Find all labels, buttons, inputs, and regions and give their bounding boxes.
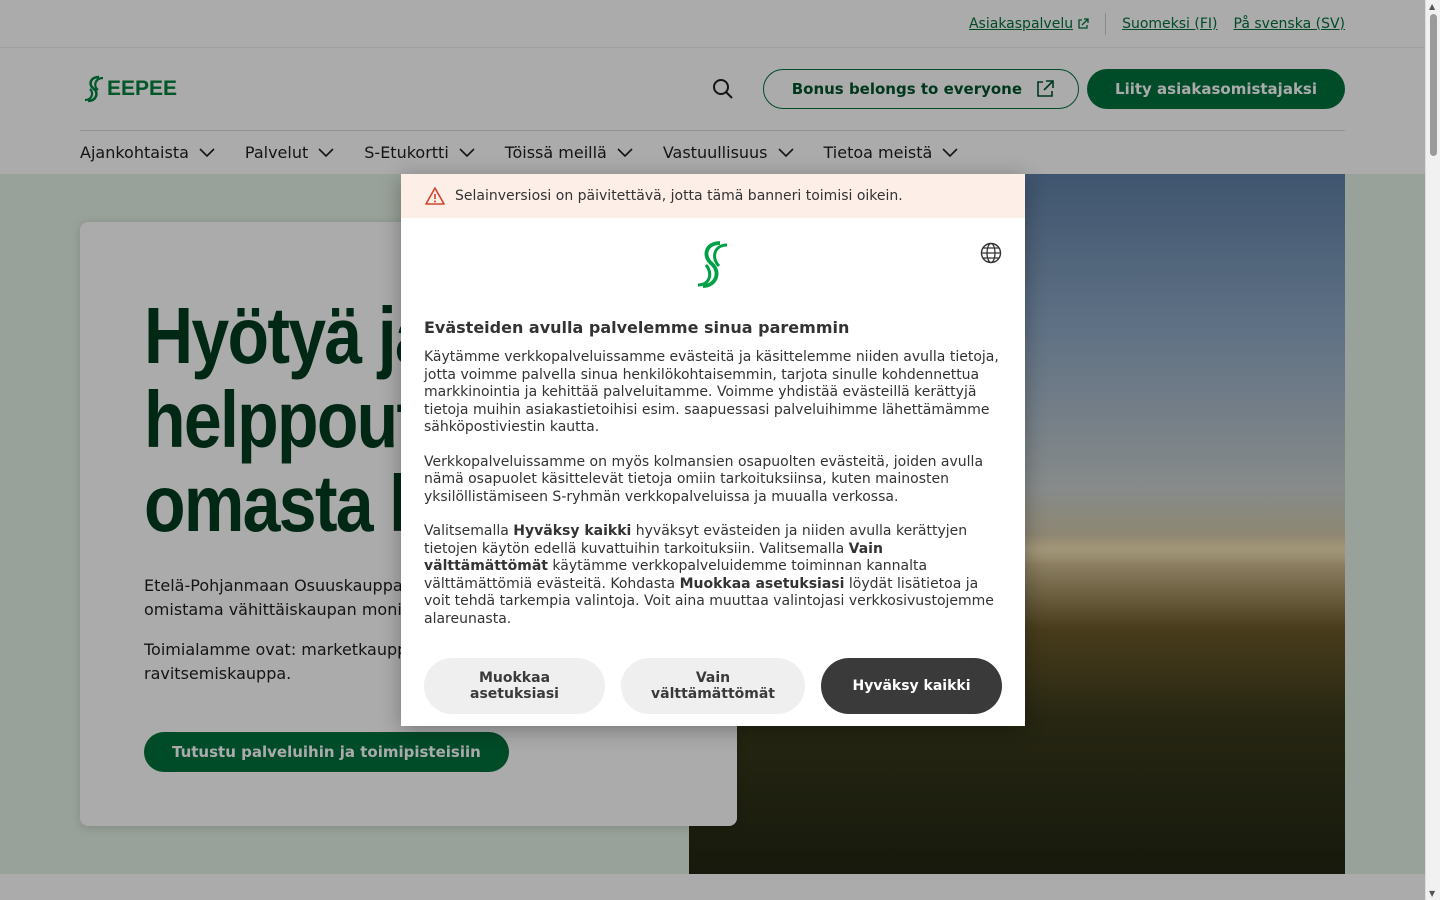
cookie-paragraph-3: Valitsemalla Hyväksy kaikki hyväksyt evä… [424, 523, 994, 627]
cookie-buttons: Muokkaa asetuksiasi Vain välttämättömät … [424, 658, 1003, 714]
language-globe-icon[interactable] [980, 242, 1002, 264]
cookie-consent-dialog: Selainversiosi on päivitettävä, jotta tä… [401, 174, 1025, 726]
s-logo-icon [697, 241, 728, 288]
customize-settings-button[interactable]: Muokkaa asetuksiasi [424, 658, 606, 714]
cookie-paragraph-2: Verkkopalveluissamme on myös kolmansien … [424, 453, 984, 505]
cookie-title: Evästeiden avulla palvelemme sinua parem… [424, 318, 850, 337]
accept-all-button[interactable]: Hyväksy kaikki [821, 658, 1003, 714]
warning-icon [425, 187, 445, 205]
scroll-up-icon[interactable]: ▲ [1429, 2, 1435, 11]
cookie-paragraph-1: Käytämme verkkopalveluissamme evästeitä … [424, 349, 999, 435]
scrollbar[interactable]: ▲ ▼ [1425, 0, 1440, 900]
scroll-thumb[interactable] [1430, 14, 1437, 156]
only-necessary-button[interactable]: Vain välttämättömät [621, 658, 805, 714]
browser-warning: Selainversiosi on päivitettävä, jotta tä… [401, 174, 1025, 218]
s-group-logo [424, 218, 1002, 314]
scroll-down-icon[interactable]: ▼ [1429, 889, 1435, 898]
warning-text: Selainversiosi on päivitettävä, jotta tä… [455, 188, 903, 204]
